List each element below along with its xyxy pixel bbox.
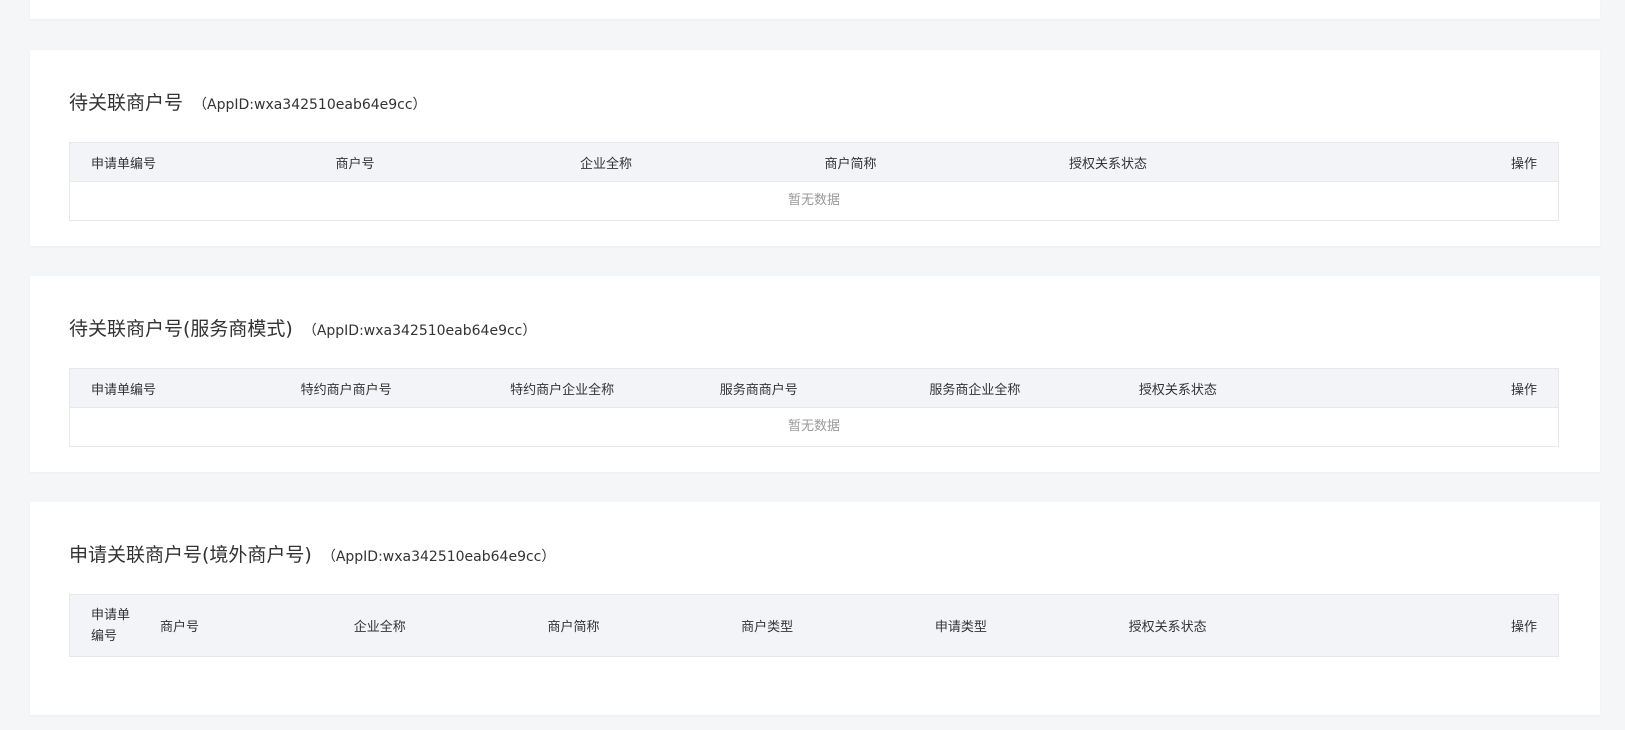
column-header: 操作 bbox=[1510, 156, 1537, 172]
merchant-table: 申请单编号 特约商户商户号 特约商户企业全称 服务商商户号 服务商企业全称 授权… bbox=[69, 368, 1559, 447]
column-header: 操作 bbox=[1511, 382, 1538, 398]
empty-state: 暂无数据 bbox=[787, 193, 840, 208]
column-header: 商户类型 bbox=[741, 620, 794, 635]
column-header: 申请单编号 bbox=[91, 156, 157, 172]
column-header: 商户简称 bbox=[547, 620, 600, 635]
column-header: 企业全称 bbox=[353, 620, 406, 635]
column-header: 商户号 bbox=[160, 620, 200, 635]
merchant-table: 申请单编号 商户号 企业全称 商户简称 授权关系状态 操作 暂无数据 bbox=[69, 142, 1559, 221]
column-header: 商户简称 bbox=[824, 156, 877, 172]
table-header: 申请单编号 商户号 企业全称 商户简称 授权关系状态 操作 bbox=[70, 143, 1558, 182]
section-apply-overseas-merchant: 申请关联商户号(境外商户号) （AppID:wxa342510eab64e9cc… bbox=[30, 502, 1600, 715]
column-header: 操作 bbox=[1511, 620, 1538, 635]
column-header: 申请单编号 bbox=[70, 605, 160, 647]
table-header: 申请单编号 特约商户商户号 特约商户企业全称 服务商商户号 服务商企业全称 授权… bbox=[70, 369, 1558, 408]
column-header: 服务商商户号 bbox=[719, 382, 798, 398]
appid-label: （AppID:wxa342510eab64e9cc） bbox=[321, 549, 556, 565]
table-header: 申请单编号 商户号 企业全称 商户简称 商户类型 申请类型 授权关系状态 操作 bbox=[70, 595, 1558, 656]
column-header: 服务商企业全称 bbox=[929, 382, 1021, 398]
section-pending-merchant-service-provider: 待关联商户号(服务商模式) （AppID:wxa342510eab64e9cc）… bbox=[30, 276, 1600, 472]
column-header: 商户号 bbox=[335, 156, 375, 172]
appid-label: （AppID:wxa342510eab64e9cc） bbox=[193, 97, 427, 113]
section-header: 待关联商户号(服务商模式) （AppID:wxa342510eab64e9cc） bbox=[69, 314, 536, 341]
column-header: 授权关系状态 bbox=[1128, 620, 1207, 635]
column-header: 申请类型 bbox=[934, 620, 987, 635]
column-header: 授权关系状态 bbox=[1138, 382, 1217, 398]
section-title: 申请关联商户号(境外商户号) bbox=[69, 544, 312, 566]
column-header: 特约商户商户号 bbox=[300, 382, 392, 398]
section-header: 申请关联商户号(境外商户号) （AppID:wxa342510eab64e9cc… bbox=[69, 540, 555, 567]
page: 待关联商户号 （AppID:wxa342510eab64e9cc） 申请单编号 … bbox=[0, 0, 1625, 730]
column-header: 申请单编号 bbox=[91, 382, 157, 398]
previous-card bbox=[30, 0, 1600, 19]
empty-state: 暂无数据 bbox=[787, 419, 840, 434]
column-header-text: 申请单编号 bbox=[91, 607, 131, 644]
merchant-table: 申请单编号 商户号 企业全称 商户简称 商户类型 申请类型 授权关系状态 操作 bbox=[69, 594, 1559, 657]
column-header: 授权关系状态 bbox=[1069, 156, 1148, 172]
column-header: 企业全称 bbox=[580, 156, 633, 172]
section-header: 待关联商户号 （AppID:wxa342510eab64e9cc） bbox=[69, 88, 427, 115]
appid-label: （AppID:wxa342510eab64e9cc） bbox=[302, 323, 537, 339]
section-pending-merchant: 待关联商户号 （AppID:wxa342510eab64e9cc） 申请单编号 … bbox=[30, 50, 1600, 246]
section-title: 待关联商户号 bbox=[69, 92, 184, 114]
section-title: 待关联商户号(服务商模式) bbox=[69, 318, 293, 340]
column-header: 特约商户企业全称 bbox=[510, 382, 615, 398]
